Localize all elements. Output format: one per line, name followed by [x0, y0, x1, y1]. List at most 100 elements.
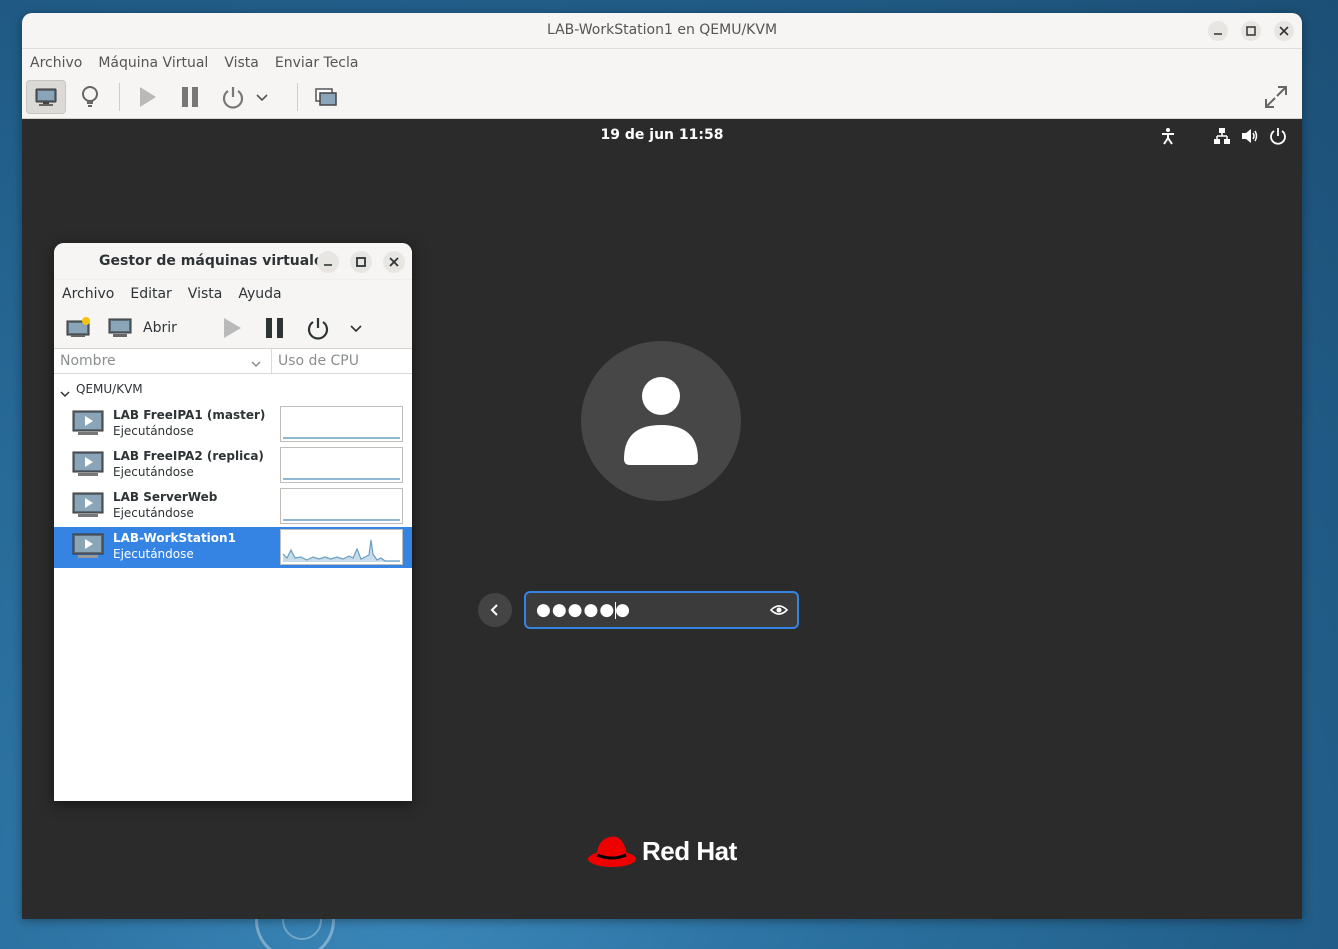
pause-icon — [266, 318, 283, 338]
chevron-down-icon — [251, 361, 261, 368]
chevron-down-icon — [350, 325, 362, 333]
close-button[interactable] — [1274, 21, 1294, 41]
fullscreen-button[interactable] — [1256, 80, 1296, 114]
shutdown-button[interactable] — [213, 80, 253, 114]
vm-row[interactable]: LAB FreeIPA2 (replica) Ejecutándose — [54, 445, 412, 486]
vm-name: LAB-WorkStation1 — [113, 531, 236, 545]
console-view-button[interactable] — [26, 80, 66, 114]
open-vm-button[interactable]: Abrir — [107, 314, 177, 342]
chevron-down-icon — [60, 391, 70, 398]
column-sort-button[interactable] — [250, 355, 262, 374]
vm-name: LAB FreeIPA2 (replica) — [113, 449, 264, 463]
vm-running-icon — [72, 533, 104, 558]
vm-name: LAB ServerWeb — [113, 490, 218, 504]
minimize-button[interactable] — [1208, 21, 1228, 41]
redhat-wordmark: Red Hat — [642, 835, 737, 866]
pause-button[interactable] — [170, 80, 210, 114]
power-icon — [222, 87, 244, 109]
toolbar-separator-2 — [297, 83, 298, 111]
maximize-icon — [1246, 26, 1256, 36]
vm-status: Ejecutándose — [113, 547, 194, 561]
cpu-usage-graph — [280, 488, 403, 524]
vm-status: Ejecutándose — [113, 424, 194, 438]
vmm-close-button[interactable] — [383, 251, 405, 273]
close-icon — [389, 257, 399, 267]
cpu-usage-graph — [280, 447, 403, 483]
user-avatar — [581, 341, 741, 501]
vmm-menu-vista[interactable]: Vista — [188, 286, 223, 302]
column-cpu[interactable]: Uso de CPU — [278, 353, 359, 369]
user-icon — [624, 377, 698, 465]
lightbulb-icon — [82, 86, 98, 107]
minimize-icon — [324, 264, 332, 266]
vmm-toolbar: Abrir — [54, 307, 412, 349]
viewer-titlebar[interactable]: LAB-WorkStation1 en QEMU/KVM — [22, 13, 1302, 49]
minimize-icon — [1214, 33, 1222, 35]
monitor-icon — [35, 88, 57, 106]
vmm-maximize-button[interactable] — [350, 251, 372, 273]
system-power-icon[interactable] — [1269, 127, 1287, 145]
vmm-pause-button[interactable] — [264, 314, 286, 342]
vm-row-selected[interactable]: LAB-WorkStation1 Ejecutándose — [54, 527, 412, 568]
play-icon — [224, 318, 241, 338]
maximize-icon — [356, 257, 366, 267]
new-vm-icon — [66, 317, 90, 337]
gdm-clock[interactable]: 19 de jun 11:58 — [22, 127, 1302, 143]
network-icon[interactable] — [1213, 127, 1231, 145]
power-icon — [307, 318, 329, 340]
screenshot-icon — [315, 88, 337, 106]
viewer-menubar: Archivo Máquina Virtual Vista Enviar Tec… — [22, 49, 1302, 77]
chevron-left-icon — [490, 604, 498, 616]
vm-status: Ejecutándose — [113, 465, 194, 479]
new-vm-button[interactable] — [66, 314, 92, 342]
back-button[interactable] — [478, 593, 512, 627]
run-button[interactable] — [127, 80, 167, 114]
vmm-shutdown-menu-button[interactable] — [349, 314, 363, 342]
menu-maquina-virtual[interactable]: Máquina Virtual — [98, 55, 208, 71]
vm-running-icon — [72, 492, 104, 517]
vmm-menubar: Archivo Editar Vista Ayuda — [54, 279, 412, 307]
vmm-menu-editar[interactable]: Editar — [130, 286, 171, 302]
maximize-button[interactable] — [1241, 21, 1261, 41]
cpu-usage-graph — [280, 406, 403, 442]
reveal-password-button[interactable] — [769, 602, 789, 622]
play-icon — [140, 87, 156, 107]
vm-running-icon — [72, 451, 104, 476]
vmm-menu-archivo[interactable]: Archivo — [62, 286, 114, 302]
vm-row[interactable]: LAB ServerWeb Ejecutándose — [54, 486, 412, 527]
redhat-hat-icon — [588, 836, 636, 867]
column-divider[interactable] — [271, 349, 272, 374]
vm-status: Ejecutándose — [113, 506, 194, 520]
menu-archivo[interactable]: Archivo — [30, 55, 82, 71]
details-view-button[interactable] — [70, 80, 110, 114]
column-header: Nombre Uso de CPU — [54, 349, 412, 374]
volume-icon[interactable] — [1241, 127, 1259, 145]
open-label: Abrir — [143, 320, 177, 336]
pause-icon — [182, 87, 198, 107]
vmm-minimize-button[interactable] — [317, 251, 339, 273]
viewer-toolbar — [22, 77, 1302, 119]
redhat-logo: Red Hat — [586, 831, 737, 871]
accessibility-icon[interactable] — [1159, 127, 1177, 145]
monitor-icon — [108, 318, 132, 337]
column-name[interactable]: Nombre — [60, 353, 116, 369]
cpu-usage-graph — [280, 529, 403, 565]
vmm-menu-ayuda[interactable]: Ayuda — [238, 286, 281, 302]
menu-enviar-tecla[interactable]: Enviar Tecla — [275, 55, 359, 71]
snapshots-button[interactable] — [306, 80, 346, 114]
connection-group-row[interactable]: QEMU/KVM — [54, 374, 412, 404]
vm-row[interactable]: LAB FreeIPA1 (master) Ejecutándose — [54, 404, 412, 445]
vmm-titlebar[interactable]: Gestor de máquinas virtuales — [54, 243, 412, 279]
expander-icon[interactable] — [60, 384, 70, 403]
viewer-title: LAB-WorkStation1 en QEMU/KVM — [546, 22, 778, 38]
menu-vista[interactable]: Vista — [224, 55, 259, 71]
vm-name: LAB FreeIPA1 (master) — [113, 408, 266, 422]
vmm-run-button[interactable] — [221, 314, 243, 342]
vmm-title: Gestor de máquinas virtuales — [99, 253, 332, 269]
shutdown-menu-button[interactable] — [252, 80, 272, 114]
password-field[interactable]: ●●●●●● — [524, 591, 799, 629]
close-icon — [1279, 26, 1289, 36]
text-caret — [615, 602, 616, 619]
vmm-shutdown-button[interactable] — [306, 314, 330, 342]
eye-icon — [769, 605, 789, 615]
